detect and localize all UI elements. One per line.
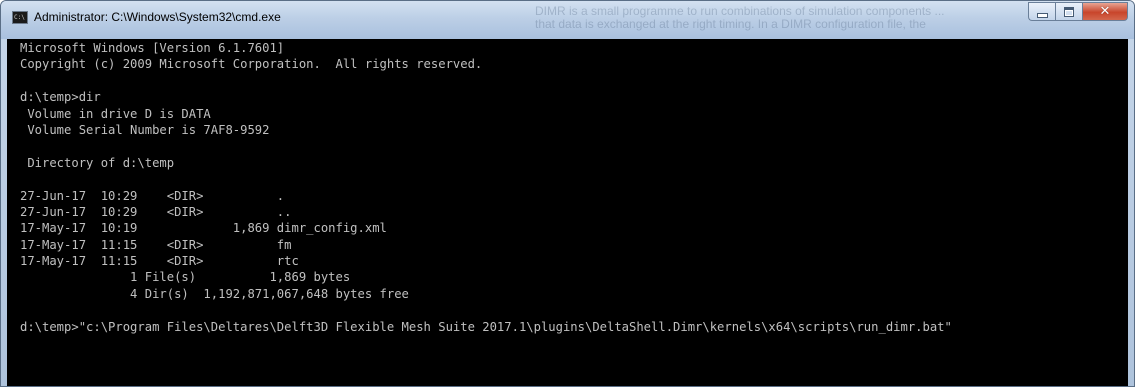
console-line: Copyright (c) 2009 Microsoft Corporation… — [20, 57, 483, 72]
title-bar[interactable]: DIMR is a small programme to run combina… — [1, 1, 1134, 39]
console-line: 27-Jun-17 10:29 <DIR> . — [20, 188, 285, 203]
console-line: 17-May-17 11:15 <DIR> fm — [20, 237, 292, 252]
caption-buttons: ✕ — [1028, 2, 1128, 22]
console-line: Directory of d:\temp — [20, 155, 175, 170]
console-line: 17-May-17 11:15 <DIR> rtc — [20, 254, 299, 269]
console-text: Microsoft Windows [Version 6.1.7601] Cop… — [20, 40, 952, 368]
command-prompt-line: d:\temp>"c:\Program Files\Deltares\Delft… — [20, 319, 952, 334]
cmd-icon[interactable]: C:\ — [12, 11, 28, 24]
window-title: Administrator: C:\Windows\System32\cmd.e… — [34, 10, 281, 24]
console-line: Volume Serial Number is 7AF8-9592 — [20, 122, 270, 137]
console-line: 4 Dir(s) 1,192,871,067,648 bytes free — [20, 286, 409, 301]
console-line: Microsoft Windows [Version 6.1.7601] — [20, 41, 285, 55]
close-button[interactable]: ✕ — [1082, 2, 1128, 21]
console-line: 1 File(s) 1,869 bytes — [20, 270, 351, 285]
minimize-button[interactable] — [1028, 2, 1055, 21]
console-line: Volume in drive D is DATA — [20, 106, 211, 121]
console-line: 27-Jun-17 10:29 <DIR> .. — [20, 204, 292, 219]
maximize-button[interactable] — [1055, 2, 1082, 21]
console-line: 17-May-17 10:19 1,869 dimr_config.xml — [20, 221, 387, 236]
cmd-window: DIMR is a small programme to run combina… — [0, 0, 1135, 387]
minimize-icon — [1036, 12, 1048, 18]
maximize-icon — [1064, 6, 1074, 17]
console-output[interactable]: Microsoft Windows [Version 6.1.7601] Cop… — [7, 39, 1128, 386]
close-icon: ✕ — [1099, 4, 1111, 19]
background-window-text: DIMR is a small programme to run combina… — [535, 5, 945, 31]
console-line: d:\temp>dir — [20, 90, 101, 105]
